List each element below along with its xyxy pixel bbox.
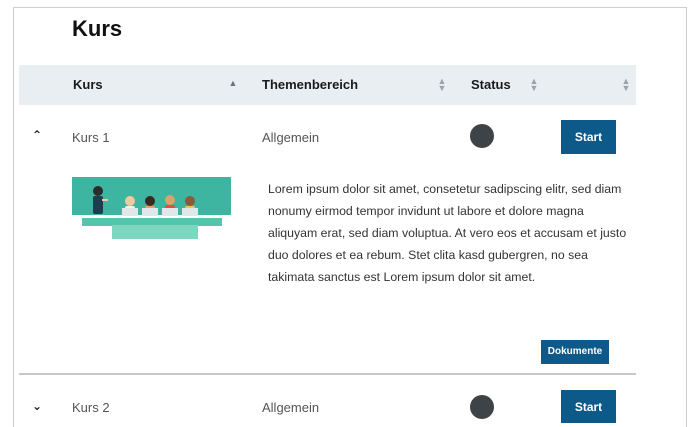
course-name: Kurs 2 [72,400,110,415]
chevron-up-icon[interactable]: ⌃ [32,128,42,142]
status-indicator [470,395,494,419]
course-image [72,177,231,244]
chevron-down-icon[interactable]: ⌄ [32,399,42,413]
column-header-label: Themenbereich [262,77,359,92]
start-button[interactable]: Start [561,390,616,423]
page-title: Kurs [72,16,123,41]
sort-arrows-icon[interactable]: ▲ ▼ [437,77,447,93]
column-header-label: Kurs [73,77,103,92]
course-topic: Allgemein [262,130,320,145]
course-name: Kurs 1 [72,130,110,145]
column-header-label: Status [471,77,511,92]
course-description: Lorem ipsum dolor sit amet, consetetur s… [268,182,627,284]
status-indicator [470,124,494,148]
classroom-illustration-icon [72,177,231,239]
sort-arrows-icon[interactable]: ▲ ▼ [621,77,631,93]
course-topic: Allgemein [262,400,320,415]
table-header: Kurs ▲ Themenbereich ▲ ▼ Status ▲ ▼ ▲ ▼ [19,65,636,105]
column-header-kurs[interactable]: Kurs [73,65,103,105]
column-header-status[interactable]: Status [471,65,511,105]
sort-asc-icon[interactable]: ▲ [228,79,238,88]
start-button[interactable]: Start [561,120,616,154]
row-divider [19,373,636,375]
documents-button[interactable]: Dokumente [541,340,609,364]
sort-arrows-icon[interactable]: ▲ ▼ [529,77,539,93]
column-header-themenbereich[interactable]: Themenbereich [262,65,358,105]
